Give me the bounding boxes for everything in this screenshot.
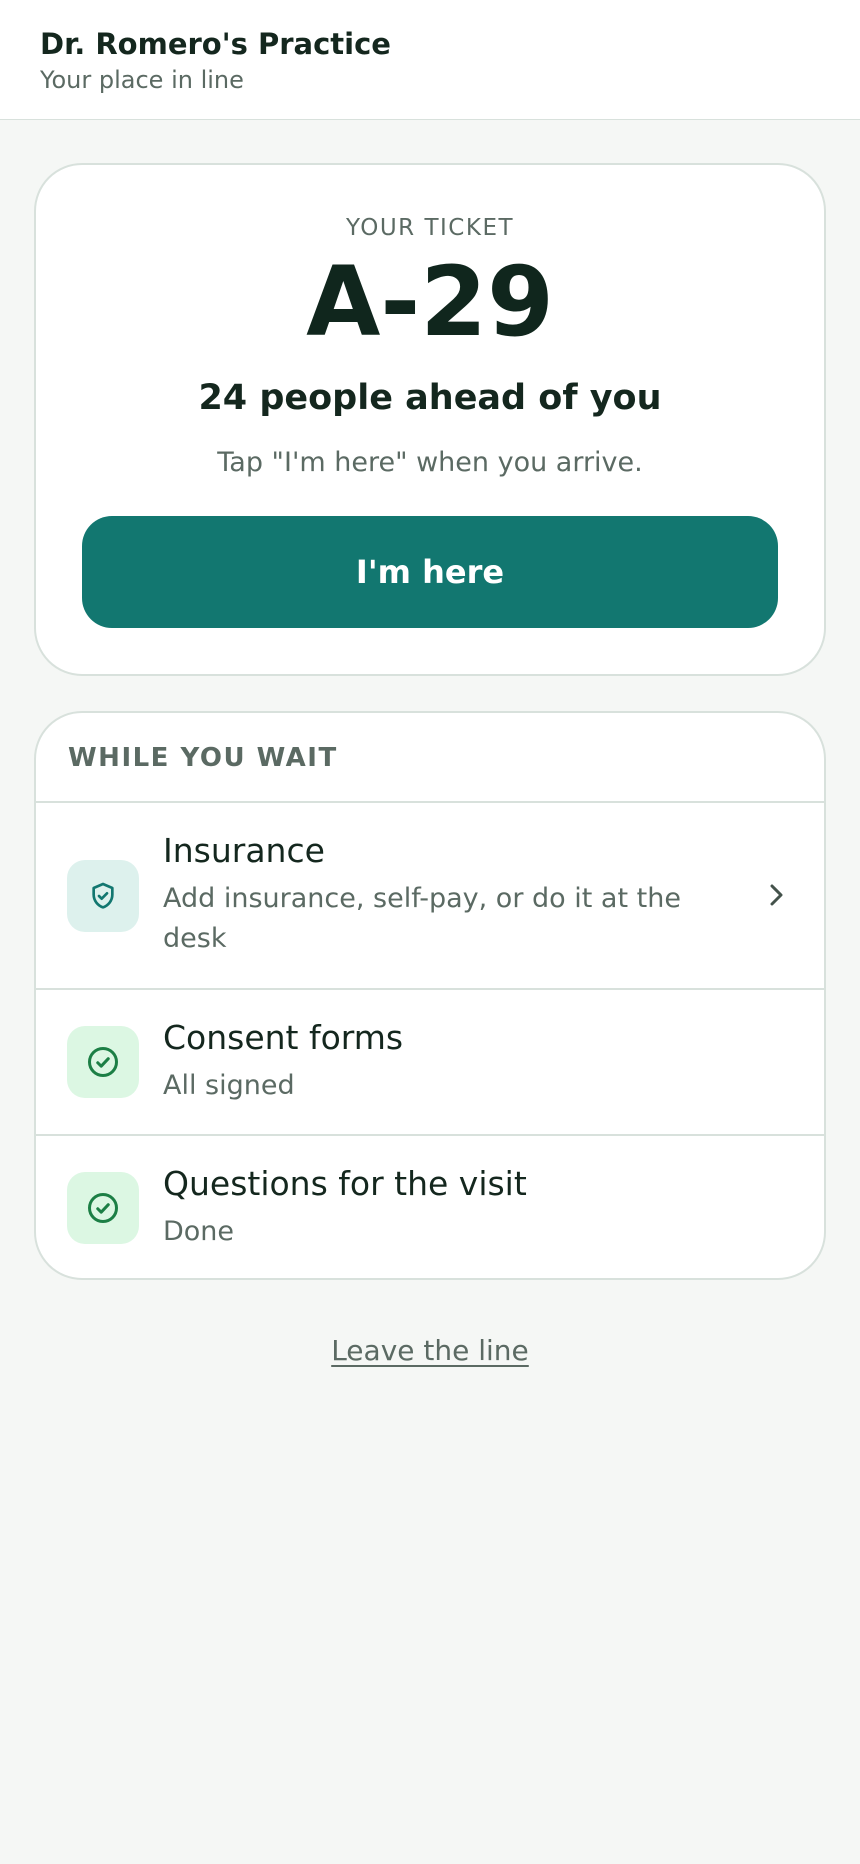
consent-forms-row[interactable]: Consent forms All signed (36, 988, 824, 1134)
check-circle-icon (67, 1172, 139, 1244)
shield-check-icon (67, 860, 139, 932)
row-subtitle: Done (163, 1216, 235, 1247)
chevron-right-icon (766, 883, 786, 907)
page-subtitle: Your place in line (40, 66, 244, 94)
ticket-card: YOUR TICKET A-29 24 people ahead of you … (34, 163, 826, 676)
ticket-label: YOUR TICKET (345, 215, 515, 241)
section-heading: WHILE YOU WAIT (68, 743, 338, 773)
leave-line-link[interactable]: Leave the line (0, 1334, 860, 1367)
im-here-button[interactable]: I'm here (82, 516, 778, 628)
ticket-number: A-29 (306, 246, 554, 358)
app-header: Dr. Romero's Practice Your place in line (0, 0, 860, 120)
insurance-row[interactable]: Insurance Add insurance, self-pay, or do… (36, 801, 824, 988)
visit-questions-row[interactable]: Questions for the visit Done (36, 1134, 824, 1278)
practice-title: Dr. Romero's Practice (40, 27, 391, 61)
arrival-hint: Tap "I'm here" when you arrive. (217, 447, 643, 478)
row-subtitle: Add insurance, self-pay, or do it at the… (163, 883, 681, 954)
row-title: Questions for the visit (163, 1164, 527, 1203)
check-circle-icon (67, 1026, 139, 1098)
queue-position: 24 people ahead of you (198, 378, 662, 418)
row-subtitle: All signed (163, 1070, 295, 1101)
while-you-wait-card: WHILE YOU WAIT Insurance Add insurance, … (34, 711, 826, 1280)
row-title: Consent forms (163, 1018, 404, 1057)
row-title: Insurance (163, 831, 325, 870)
